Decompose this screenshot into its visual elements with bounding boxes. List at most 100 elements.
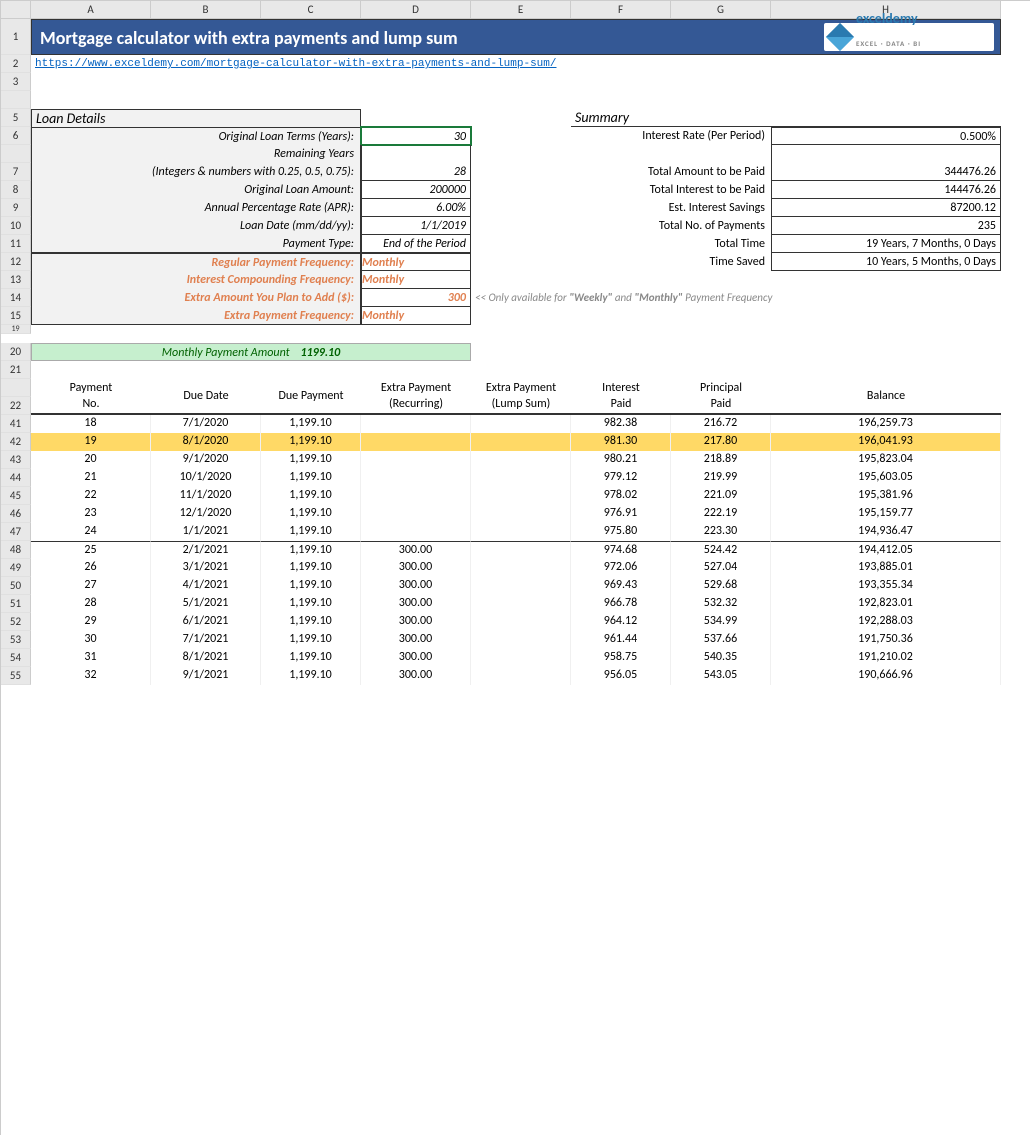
row-header[interactable]: 52: [1, 613, 31, 631]
payment-no[interactable]: 28: [31, 595, 151, 613]
extra-lump[interactable]: [471, 415, 571, 433]
extra-lump[interactable]: [471, 631, 571, 649]
principal-paid[interactable]: 221.09: [671, 487, 771, 505]
balance[interactable]: 194,936.47: [771, 523, 1001, 541]
due-date[interactable]: 3/1/2021: [151, 559, 261, 577]
due-date[interactable]: 12/1/2020: [151, 505, 261, 523]
extra-lump[interactable]: [471, 505, 571, 523]
col-header[interactable]: B: [151, 1, 261, 19]
payment-no[interactable]: 22: [31, 487, 151, 505]
principal-paid[interactable]: 540.35: [671, 649, 771, 667]
row-header[interactable]: 42: [1, 433, 31, 451]
due-date[interactable]: 8/1/2021: [151, 649, 261, 667]
balance[interactable]: 195,823.04: [771, 451, 1001, 469]
interest-paid[interactable]: 956.05: [571, 667, 671, 685]
interest-paid[interactable]: 958.75: [571, 649, 671, 667]
principal-paid[interactable]: 537.66: [671, 631, 771, 649]
payment-no[interactable]: 27: [31, 577, 151, 595]
due-date[interactable]: 6/1/2021: [151, 613, 261, 631]
extra-lump[interactable]: [471, 559, 571, 577]
interest-paid[interactable]: 961.44: [571, 631, 671, 649]
balance[interactable]: 191,210.02: [771, 649, 1001, 667]
principal-paid[interactable]: 217.80: [671, 433, 771, 451]
interest-paid[interactable]: 964.12: [571, 613, 671, 631]
row-header[interactable]: 6: [1, 127, 31, 145]
extra-lump[interactable]: [471, 433, 571, 451]
row-header[interactable]: 55: [1, 667, 31, 685]
balance[interactable]: 191,750.36: [771, 631, 1001, 649]
principal-paid[interactable]: 223.30: [671, 523, 771, 541]
principal-paid[interactable]: 222.19: [671, 505, 771, 523]
row-header[interactable]: 53: [1, 631, 31, 649]
balance[interactable]: 195,159.77: [771, 505, 1001, 523]
balance[interactable]: 196,041.93: [771, 433, 1001, 451]
extra-lump[interactable]: [471, 469, 571, 487]
extra-recurring[interactable]: 300.00: [361, 649, 471, 667]
balance[interactable]: 196,259.73: [771, 415, 1001, 433]
balance[interactable]: 195,603.05: [771, 469, 1001, 487]
row-header[interactable]: 14: [1, 289, 31, 307]
row-header[interactable]: 5: [1, 109, 31, 127]
payment-no[interactable]: 21: [31, 469, 151, 487]
due-date[interactable]: 11/1/2020: [151, 487, 261, 505]
row-header[interactable]: 41: [1, 415, 31, 433]
payment-no[interactable]: 24: [31, 523, 151, 541]
balance[interactable]: 195,381.96: [771, 487, 1001, 505]
payment-no[interactable]: 29: [31, 613, 151, 631]
payment-no[interactable]: 20: [31, 451, 151, 469]
spreadsheet-grid[interactable]: ABCDEFGH1Mortgage calculator with extra …: [0, 0, 1030, 1135]
row-header[interactable]: [1, 145, 31, 163]
principal-paid[interactable]: 218.89: [671, 451, 771, 469]
payment-no[interactable]: 19: [31, 433, 151, 451]
col-header[interactable]: D: [361, 1, 471, 19]
interest-paid[interactable]: 980.21: [571, 451, 671, 469]
detail-value[interactable]: Monthly: [361, 253, 471, 271]
col-header[interactable]: C: [261, 1, 361, 19]
extra-recurring[interactable]: 300.00: [361, 595, 471, 613]
interest-paid[interactable]: 979.12: [571, 469, 671, 487]
due-payment[interactable]: 1,199.10: [261, 469, 361, 487]
col-header[interactable]: [1, 1, 31, 19]
row-header[interactable]: 19: [1, 325, 31, 334]
extra-recurring[interactable]: [361, 487, 471, 505]
interest-paid[interactable]: 982.38: [571, 415, 671, 433]
principal-paid[interactable]: 219.99: [671, 469, 771, 487]
table-header[interactable]: Extra Payment(Lump Sum): [471, 379, 571, 415]
due-date[interactable]: 2/1/2021: [151, 541, 261, 559]
row-header[interactable]: 46: [1, 505, 31, 523]
interest-paid[interactable]: 966.78: [571, 595, 671, 613]
principal-paid[interactable]: 527.04: [671, 559, 771, 577]
principal-paid[interactable]: 543.05: [671, 667, 771, 685]
principal-paid[interactable]: 529.68: [671, 577, 771, 595]
payment-no[interactable]: 31: [31, 649, 151, 667]
due-date[interactable]: 8/1/2020: [151, 433, 261, 451]
extra-recurring[interactable]: 300.00: [361, 541, 471, 559]
payment-no[interactable]: 23: [31, 505, 151, 523]
row-header[interactable]: [1, 91, 31, 109]
due-payment[interactable]: 1,199.10: [261, 541, 361, 559]
table-header[interactable]: PrincipalPaid: [671, 379, 771, 415]
due-payment[interactable]: 1,199.10: [261, 505, 361, 523]
row-header[interactable]: 50: [1, 577, 31, 595]
due-date[interactable]: 10/1/2020: [151, 469, 261, 487]
principal-paid[interactable]: 534.99: [671, 613, 771, 631]
payment-no[interactable]: 25: [31, 541, 151, 559]
detail-value[interactable]: 28: [361, 163, 471, 181]
row-header[interactable]: 1: [1, 19, 31, 55]
col-header[interactable]: F: [571, 1, 671, 19]
due-payment[interactable]: 1,199.10: [261, 595, 361, 613]
detail-value[interactable]: 1/1/2019: [361, 217, 471, 235]
due-payment[interactable]: 1,199.10: [261, 631, 361, 649]
row-header[interactable]: 54: [1, 649, 31, 667]
payment-no[interactable]: 32: [31, 667, 151, 685]
due-payment[interactable]: 1,199.10: [261, 649, 361, 667]
due-date[interactable]: 7/1/2020: [151, 415, 261, 433]
col-header[interactable]: A: [31, 1, 151, 19]
row-header[interactable]: 51: [1, 595, 31, 613]
extra-lump[interactable]: [471, 595, 571, 613]
extra-recurring[interactable]: 300.00: [361, 631, 471, 649]
balance[interactable]: 194,412.05: [771, 541, 1001, 559]
due-payment[interactable]: 1,199.10: [261, 415, 361, 433]
row-header[interactable]: 11: [1, 235, 31, 253]
row-header[interactable]: 22: [1, 397, 31, 415]
